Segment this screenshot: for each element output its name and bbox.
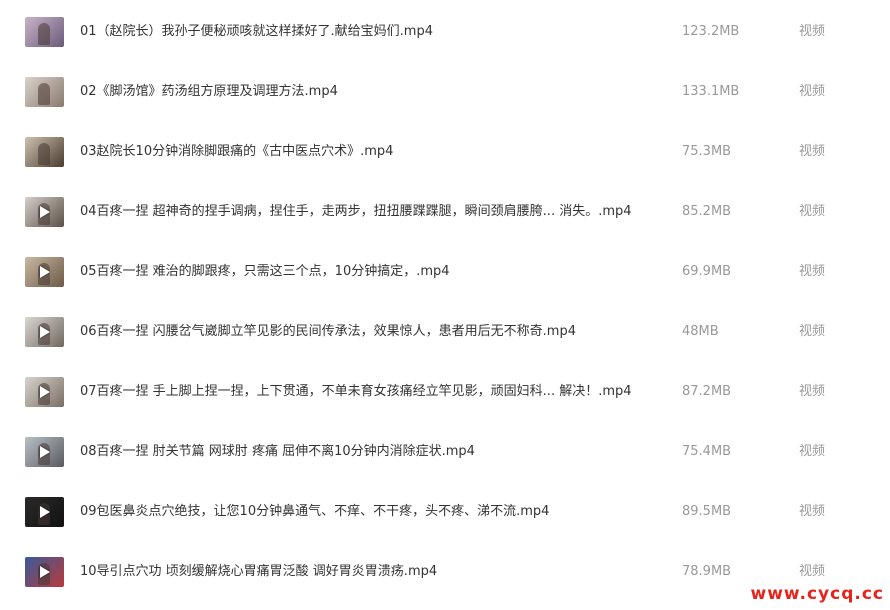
file-size: 78.9MB: [682, 564, 732, 579]
file-type: 视频: [799, 564, 826, 579]
thumbnail-figure: [38, 83, 50, 105]
file-size: 85.2MB: [682, 204, 732, 219]
file-name[interactable]: 02《脚汤馆》药汤组方原理及调理方法.mp4: [80, 83, 650, 101]
video-thumbnail[interactable]: [25, 257, 64, 287]
file-name[interactable]: 03赵院长10分钟消除脚跟痛的《古中医点穴术》.mp4: [80, 143, 650, 161]
video-thumbnail[interactable]: [25, 497, 64, 527]
thumbnail-figure: [38, 143, 50, 165]
thumbnail-figure: [38, 23, 50, 45]
file-type: 视频: [799, 384, 826, 399]
file-type: 视频: [799, 504, 826, 519]
file-type: 视频: [799, 264, 826, 279]
file-type: 视频: [799, 24, 826, 39]
video-thumbnail[interactable]: [25, 437, 64, 467]
video-thumbnail[interactable]: [25, 197, 64, 227]
video-thumbnail[interactable]: [25, 17, 64, 47]
file-row[interactable]: 08百疼一捏 肘关节篇 网球肘 疼痛 屈伸不离10分钟内消除症状.mp4 75.…: [0, 437, 890, 497]
file-type: 视频: [799, 444, 826, 459]
file-row[interactable]: 05百疼一捏 难治的脚跟疼，只需这三个点，10分钟搞定，.mp4 69.9MB …: [0, 257, 890, 317]
file-size: 133.1MB: [682, 84, 740, 99]
file-size: 69.9MB: [682, 264, 732, 279]
file-name[interactable]: 09包医鼻炎点穴绝技，让您10分钟鼻通气、不痒、不干疼，头不疼、涕不流.mp4: [80, 503, 650, 521]
file-size: 89.5MB: [682, 504, 732, 519]
file-name[interactable]: 07百疼一捏 手上脚上捏一捏，上下贯通，不单未育女孩痛经立竿见影，顽固妇科...…: [80, 383, 650, 401]
file-type: 视频: [799, 204, 826, 219]
play-icon: [40, 446, 50, 458]
video-thumbnail[interactable]: [25, 557, 64, 587]
play-icon: [40, 566, 50, 578]
play-icon: [40, 326, 50, 338]
video-thumbnail[interactable]: [25, 317, 64, 347]
file-name[interactable]: 10导引点穴功 顷刻缓解烧心胃痛胃泛酸 调好胃炎胃溃疡.mp4: [80, 563, 650, 581]
file-name[interactable]: 06百疼一捏 闪腰岔气崴脚立竿见影的民间传承法，效果惊人，患者用后无不称奇.mp…: [80, 323, 650, 341]
file-type: 视频: [799, 144, 826, 159]
file-size: 48MB: [682, 324, 719, 339]
file-row[interactable]: 01（赵院长）我孙子便秘顽咳就这样揉好了.献给宝妈们.mp4 123.2MB 视…: [0, 17, 890, 77]
file-type: 视频: [799, 84, 826, 99]
video-thumbnail[interactable]: [25, 377, 64, 407]
file-size: 75.4MB: [682, 444, 732, 459]
video-thumbnail[interactable]: [25, 137, 64, 167]
file-type: 视频: [799, 324, 826, 339]
file-size: 123.2MB: [682, 24, 740, 39]
play-icon: [40, 266, 50, 278]
file-name[interactable]: 08百疼一捏 肘关节篇 网球肘 疼痛 屈伸不离10分钟内消除症状.mp4: [80, 443, 650, 461]
file-row[interactable]: 07百疼一捏 手上脚上捏一捏，上下贯通，不单未育女孩痛经立竿见影，顽固妇科...…: [0, 377, 890, 437]
file-row[interactable]: 06百疼一捏 闪腰岔气崴脚立竿见影的民间传承法，效果惊人，患者用后无不称奇.mp…: [0, 317, 890, 377]
file-size: 87.2MB: [682, 384, 732, 399]
file-row[interactable]: 02《脚汤馆》药汤组方原理及调理方法.mp4 133.1MB 视频: [0, 77, 890, 137]
file-name[interactable]: 04百疼一捏 超神奇的捏手调病，捏住手，走两步，扭扭腰蹀蹀腿，瞬间颈肩腰胯...…: [80, 203, 650, 221]
play-icon: [40, 206, 50, 218]
file-row[interactable]: 03赵院长10分钟消除脚跟痛的《古中医点穴术》.mp4 75.3MB 视频: [0, 137, 890, 197]
file-list: 01（赵院长）我孙子便秘顽咳就这样揉好了.献给宝妈们.mp4 123.2MB 视…: [0, 0, 890, 610]
file-row[interactable]: 09包医鼻炎点穴绝技，让您10分钟鼻通气、不痒、不干疼，头不疼、涕不流.mp4 …: [0, 497, 890, 557]
file-name[interactable]: 05百疼一捏 难治的脚跟疼，只需这三个点，10分钟搞定，.mp4: [80, 263, 650, 281]
file-name[interactable]: 01（赵院长）我孙子便秘顽咳就这样揉好了.献给宝妈们.mp4: [80, 23, 650, 41]
video-thumbnail[interactable]: [25, 77, 64, 107]
file-row[interactable]: 04百疼一捏 超神奇的捏手调病，捏住手，走两步，扭扭腰蹀蹀腿，瞬间颈肩腰胯...…: [0, 197, 890, 257]
file-size: 75.3MB: [682, 144, 732, 159]
site-watermark: www.cycq.cc: [748, 584, 886, 604]
play-icon: [40, 506, 50, 518]
play-icon: [40, 386, 50, 398]
